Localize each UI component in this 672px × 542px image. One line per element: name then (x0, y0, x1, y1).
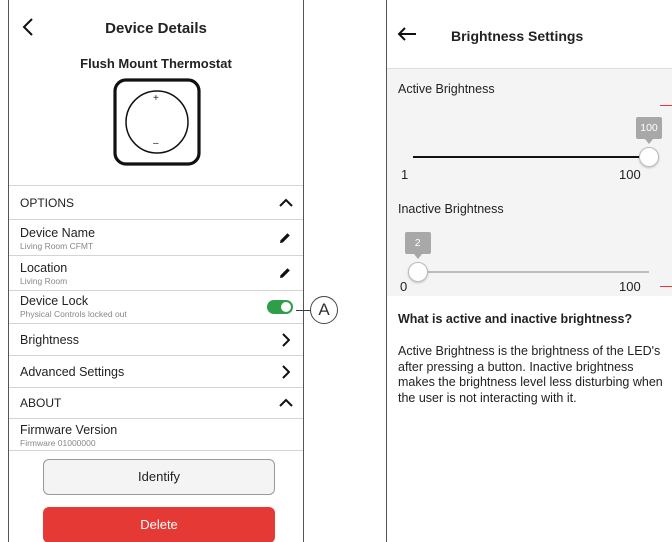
arrow-left-icon[interactable] (397, 26, 417, 42)
location-row[interactable]: Location Living Room (9, 255, 303, 290)
callout-line (296, 310, 310, 311)
firmware-value: Firmware 01000000 (20, 438, 96, 448)
brightness-row[interactable]: Brightness (9, 323, 303, 355)
brightness-sliders-panel: Active Brightness 100 1 100 Inactive Bri… (387, 68, 672, 296)
page-title: Brightness Settings (451, 28, 584, 44)
inactive-brightness-max: 100 (619, 279, 641, 294)
chevron-up-icon (279, 398, 293, 407)
device-lock-toggle[interactable] (267, 300, 293, 314)
active-brightness-label: Active Brightness (398, 82, 495, 96)
active-brightness-min: 1 (401, 167, 409, 182)
delete-button[interactable]: Delete (43, 507, 275, 542)
active-brightness-track-fill (413, 156, 649, 158)
about-header-label: ABOUT (20, 396, 62, 410)
callout-bracket-top (660, 105, 672, 106)
device-lock-label: Device Lock (20, 294, 89, 308)
pencil-icon[interactable] (279, 232, 291, 244)
chevron-right-icon (282, 333, 290, 347)
inactive-brightness-slider-thumb[interactable] (407, 262, 428, 282)
pencil-icon[interactable] (279, 267, 291, 279)
toggle-knob (281, 302, 291, 312)
chevron-right-icon (282, 365, 290, 379)
device-name-value: Living Room CFMT (20, 241, 94, 251)
about-section-header[interactable]: ABOUT (9, 387, 303, 418)
firmware-row: Firmware Version Firmware 01000000 (9, 418, 303, 451)
device-lock-row: Device Lock Physical Controls locked out (9, 290, 303, 323)
dial-minus-label: – (153, 138, 159, 149)
chevron-up-icon (279, 198, 293, 207)
info-title: What is active and inactive brightness? (398, 312, 633, 326)
inactive-brightness-label: Inactive Brightness (398, 202, 504, 216)
dial-plus-label: + (153, 93, 159, 104)
identify-button[interactable]: Identify (43, 459, 275, 495)
location-label: Location (20, 261, 68, 275)
device-details-screen: Device Details Flush Mount Thermostat + … (8, 0, 304, 542)
options-header-label: OPTIONS (20, 196, 75, 210)
options-section-header[interactable]: OPTIONS (9, 185, 303, 219)
active-brightness-slider-thumb[interactable] (639, 147, 659, 167)
info-text: Active Brightness is the brightness of t… (398, 344, 663, 405)
callout-marker: A (310, 296, 338, 324)
brightness-info-section: What is active and inactive brightness? … (387, 296, 672, 542)
inactive-brightness-min: 0 (400, 279, 408, 294)
location-value: Living Room (20, 276, 68, 286)
callout-bracket-bottom (660, 286, 672, 287)
device-name-label: Device Name (20, 226, 96, 240)
page-title: Device Details (105, 20, 207, 37)
advanced-settings-label: Advanced Settings (20, 365, 125, 379)
active-brightness-tooltip: 100 (636, 117, 662, 144)
advanced-settings-row[interactable]: Advanced Settings (9, 355, 303, 387)
brightness-settings-screen: Brightness Settings Active Brightness 10… (386, 0, 672, 542)
header: Device Details (9, 0, 303, 52)
device-lock-value: Physical Controls locked out (20, 309, 127, 319)
device-name-row[interactable]: Device Name Living Room CFMT (9, 219, 303, 255)
thermostat-image: + – (113, 78, 201, 166)
device-model-title: Flush Mount Thermostat (80, 56, 232, 71)
brightness-label: Brightness (20, 333, 80, 347)
firmware-label: Firmware Version (20, 423, 118, 437)
active-brightness-max: 100 (619, 167, 641, 182)
inactive-brightness-track (417, 271, 649, 273)
inactive-brightness-tooltip: 2 (404, 232, 431, 259)
header: Brightness Settings (387, 0, 672, 68)
